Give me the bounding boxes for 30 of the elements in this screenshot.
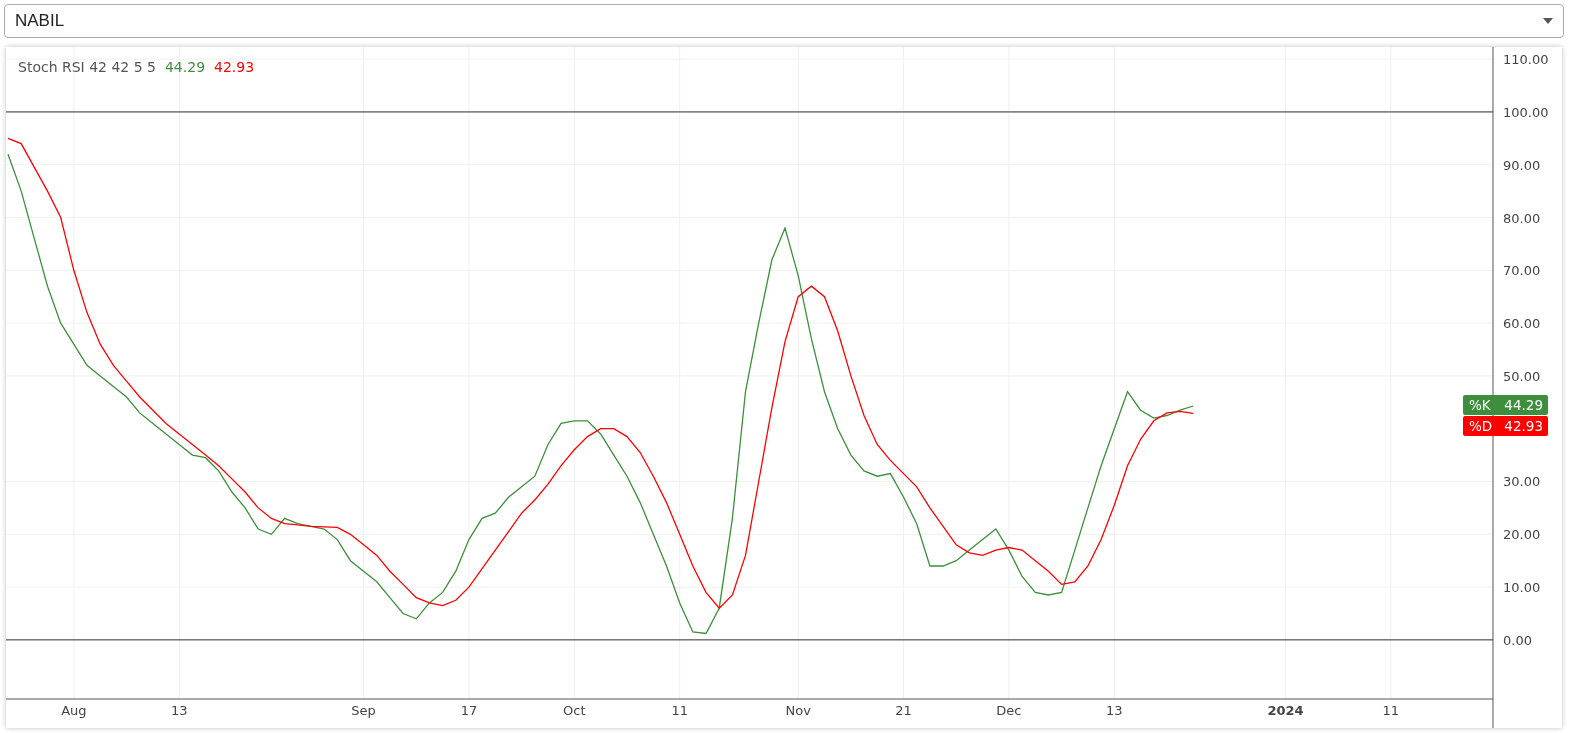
- x-axis-label: Aug: [61, 703, 87, 718]
- x-axis-label: 11: [1382, 703, 1400, 718]
- y-axis-label: 100.00: [1503, 104, 1549, 120]
- x-axis-label: Oct: [563, 703, 586, 718]
- value-badge: %D 42.93: [1463, 416, 1548, 436]
- x-axis-label: Dec: [996, 703, 1022, 718]
- y-axis-label: 10.00: [1503, 580, 1541, 596]
- x-axis-label: 21: [895, 703, 912, 718]
- indicator-value: 42.93: [214, 59, 255, 75]
- y-axis-label: 70.00: [1503, 263, 1541, 279]
- y-axis-label: 50.00: [1503, 368, 1541, 384]
- x-axis-label: Sep: [351, 703, 376, 718]
- value-badge: %K 44.29: [1463, 395, 1548, 415]
- x-axis-label: 11: [671, 703, 688, 718]
- y-axis-label: 0.00: [1503, 632, 1532, 648]
- x-axis-label: 17: [460, 703, 478, 718]
- y-axis-label: 20.00: [1503, 527, 1541, 543]
- y-axis-label: 30.00: [1503, 474, 1541, 490]
- symbol-select[interactable]: NABIL: [4, 4, 1564, 38]
- y-axis-label: 90.00: [1503, 157, 1541, 173]
- x-axis-label: 13: [170, 703, 188, 718]
- y-axis-label: 60.00: [1503, 316, 1541, 332]
- indicator-name: Stoch RSI 42 42 5 5: [18, 59, 156, 75]
- x-axis-label: 13: [1106, 703, 1123, 718]
- indicator-value: 44.29: [164, 59, 206, 75]
- x-axis-label: 2024: [1267, 703, 1304, 718]
- y-axis-label: 110.00: [1503, 52, 1549, 68]
- y-axis-label: 80.00: [1503, 210, 1541, 226]
- x-axis-label: Nov: [785, 703, 811, 718]
- caret-icon: [1543, 18, 1553, 24]
